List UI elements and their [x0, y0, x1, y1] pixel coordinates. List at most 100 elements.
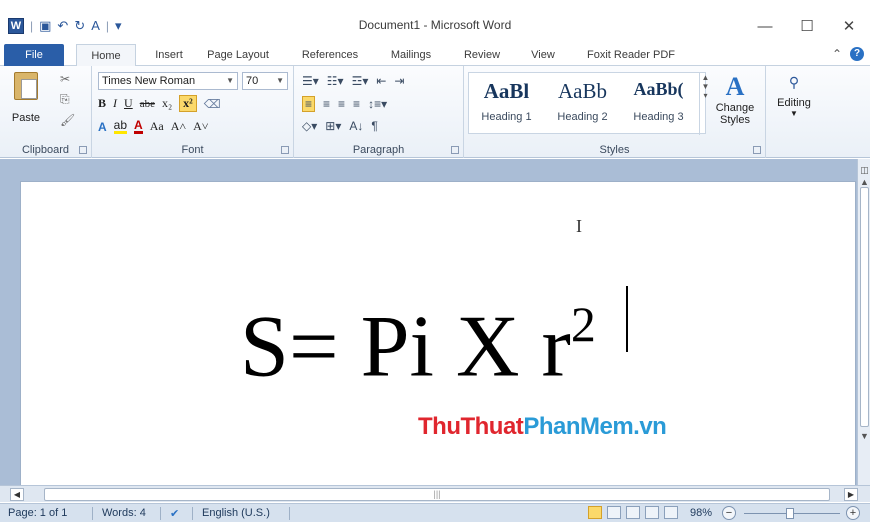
tab-insert[interactable]: Insert [144, 44, 194, 66]
zoom-slider-thumb[interactable] [786, 508, 794, 519]
format-painter-icon[interactable]: 🖌 [60, 113, 75, 127]
tab-page-layout[interactable]: Page Layout [200, 44, 276, 66]
page-count[interactable]: Page: 1 of 1 [8, 507, 67, 519]
zoom-level[interactable]: 98% [690, 507, 712, 519]
line-spacing-icon[interactable]: ↕≡▾ [368, 97, 387, 111]
ruler-toggle-icon[interactable]: ◫ [859, 165, 870, 176]
show-formatting-icon[interactable]: ¶ [371, 119, 377, 133]
draft-icon[interactable] [664, 506, 678, 519]
close-button[interactable]: ✕ [828, 12, 870, 40]
change-case-button[interactable]: Aa [150, 119, 164, 134]
vertical-scroll-thumb[interactable] [860, 187, 869, 427]
vertical-scrollbar[interactable]: ◫ ▲ ▼ [857, 159, 870, 485]
paste-icon [14, 72, 38, 100]
formula-main: S= Pi X r [240, 298, 571, 396]
superscript-button[interactable]: x² [179, 95, 197, 112]
change-styles-button[interactable]: A Change Styles [710, 72, 760, 126]
align-right-icon[interactable]: ≡ [338, 97, 345, 111]
align-center-icon[interactable]: ≡ [323, 97, 330, 111]
scroll-right-icon[interactable]: ▶ [844, 488, 858, 501]
chevron-down-icon: ▼ [226, 76, 234, 85]
scroll-left-icon[interactable]: ◀ [10, 488, 24, 501]
justify-icon[interactable]: ≡ [353, 97, 360, 111]
title-bar: W | ▣ ↶ ↻ A | ▾ Document1 - Microsoft Wo… [0, 0, 870, 44]
maximize-button[interactable]: ☐ [786, 12, 828, 40]
editing-button[interactable]: ⚲ Editing ▼ [772, 74, 816, 118]
view-buttons [588, 506, 678, 519]
zoom-out-icon[interactable]: − [722, 506, 736, 520]
cut-icon[interactable]: ✂ [60, 72, 75, 86]
scroll-down-icon[interactable]: ▼ [859, 431, 870, 442]
font-color-button[interactable]: A [134, 119, 143, 134]
style-heading-2[interactable]: AaBb Heading 2 [545, 79, 620, 123]
chevron-down-icon: ▼ [790, 109, 798, 118]
shading-icon[interactable]: ◇▾ [302, 119, 317, 133]
editing-group: ⚲ Editing ▼ [766, 66, 822, 158]
clipboard-launcher-icon[interactable] [79, 146, 87, 154]
ribbon-tabs: File Home Insert Page Layout References … [0, 44, 870, 67]
subscript-button[interactable]: x₂ [162, 96, 172, 111]
paragraph-group-label: Paragraph [352, 144, 405, 156]
shrink-font-button[interactable]: A˅ [193, 119, 208, 134]
print-layout-icon[interactable] [588, 506, 602, 519]
font-size-combo[interactable]: 70 ▼ [242, 72, 288, 90]
bullets-icon[interactable]: ☰▾ [302, 74, 319, 88]
full-screen-reading-icon[interactable] [607, 506, 621, 519]
grow-font-button[interactable]: A˄ [171, 119, 186, 134]
sort-icon[interactable]: A↓ [349, 119, 363, 133]
style-heading-1[interactable]: AaBl Heading 1 [469, 79, 544, 123]
ribbon-home: Paste ✂ ⎘ 🖌 Clipboard Times New Roman ▼ 7… [0, 66, 870, 158]
borders-icon[interactable]: ⊞▾ [325, 119, 341, 133]
minimize-ribbon-icon[interactable]: ⌃ [832, 47, 842, 61]
font-launcher-icon[interactable] [281, 146, 289, 154]
decrease-indent-icon[interactable]: ⇤ [376, 74, 386, 88]
formula-superscript: 2 [570, 296, 596, 352]
help-icon[interactable]: ? [850, 47, 864, 61]
paragraph-launcher-icon[interactable] [451, 146, 459, 154]
window-title: Document1 - Microsoft Word [358, 18, 512, 32]
styles-launcher-icon[interactable] [753, 146, 761, 154]
text-caret [626, 286, 628, 352]
paragraph-group: ☰▾ ☷▾ ☲▾ ⇤ ⇥ ≡ ≡ ≡ ≡ ↕≡▾ ◇▾ ⊞▾ A↓ ¶ Para… [294, 66, 464, 158]
style-heading-3[interactable]: AaBb( Heading 3 [621, 79, 696, 123]
zoom-in-icon[interactable]: + [846, 506, 860, 520]
text-cursor-ibeam-icon: I [576, 216, 582, 236]
font-name-combo[interactable]: Times New Roman ▼ [98, 72, 238, 90]
tab-mailings[interactable]: Mailings [380, 44, 442, 66]
word-count[interactable]: Words: 4 [102, 507, 146, 519]
language[interactable]: English (U.S.) [202, 507, 270, 519]
horizontal-scroll-thumb[interactable]: ||| [44, 488, 830, 501]
formula-text[interactable]: S= Pi X r2 [240, 278, 596, 397]
minimize-button[interactable]: — [744, 12, 786, 40]
multilevel-list-icon[interactable]: ☲▾ [352, 74, 369, 88]
numbering-icon[interactable]: ☷▾ [327, 74, 344, 88]
increase-indent-icon[interactable]: ⇥ [394, 74, 404, 88]
copy-icon[interactable]: ⎘ [60, 92, 75, 107]
underline-button[interactable]: U [124, 96, 133, 111]
tab-references[interactable]: References [294, 44, 366, 66]
tab-file[interactable]: File [4, 44, 64, 66]
tab-home[interactable]: Home [76, 44, 136, 67]
outline-icon[interactable] [645, 506, 659, 519]
horizontal-scrollbar[interactable]: ◀ ||| ▶ [0, 485, 870, 502]
tab-foxit-reader-pdf[interactable]: Foxit Reader PDF [578, 44, 684, 66]
chevron-down-icon: ▼ [276, 76, 284, 85]
align-left-icon[interactable]: ≡ [302, 96, 316, 112]
tab-view[interactable]: View [522, 44, 564, 66]
watermark-logo: ThuThuatPhanMem.vn [418, 413, 667, 440]
tab-review[interactable]: Review [456, 44, 508, 66]
paste-button[interactable]: Paste [6, 72, 46, 124]
styles-group: AaBl Heading 1 AaBb Heading 2 AaBb( Head… [464, 66, 766, 158]
clipboard-group: Paste ✂ ⎘ 🖌 Clipboard [0, 66, 92, 158]
clear-formatting-icon[interactable]: ⌫ [204, 97, 221, 111]
web-layout-icon[interactable] [626, 506, 640, 519]
proofing-icon[interactable]: ✔ [170, 507, 179, 520]
window-controls: — ☐ ✕ [744, 12, 870, 40]
italic-button[interactable]: I [113, 96, 117, 111]
font-group-label: Font [181, 144, 204, 156]
bold-button[interactable]: B [98, 96, 106, 111]
status-bar: Page: 1 of 1 Words: 4 ✔ English (U.S.) 9… [0, 503, 870, 522]
highlight-button[interactable]: ab [113, 119, 128, 134]
text-effects-icon[interactable]: A [98, 120, 107, 134]
strikethrough-button[interactable]: abe [140, 98, 155, 110]
